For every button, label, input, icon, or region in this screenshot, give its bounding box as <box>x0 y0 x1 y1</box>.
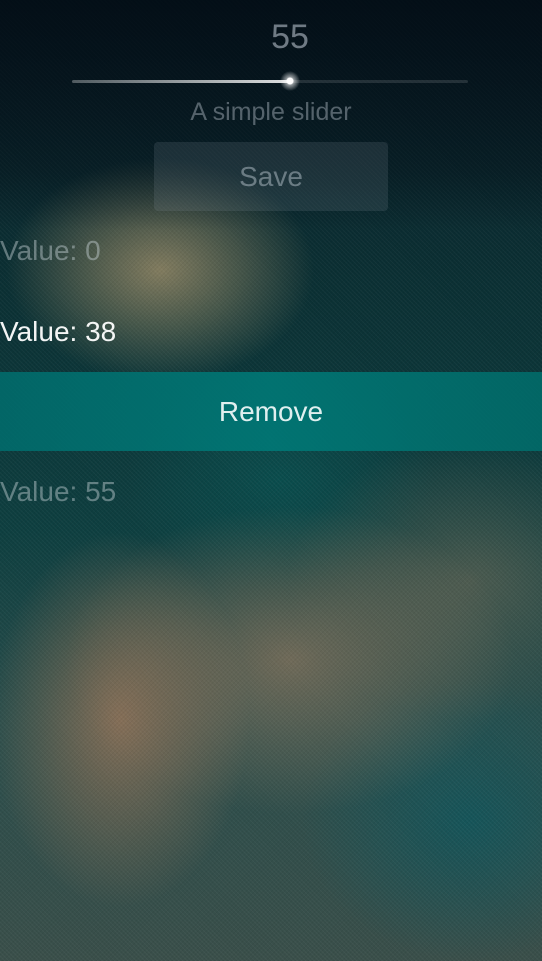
list-item-value-55[interactable]: Value: 55 <box>0 452 542 532</box>
list-item-value-0[interactable]: Value: 0 <box>0 211 542 291</box>
slider-fill <box>72 80 290 83</box>
slider-label: A simple slider <box>190 98 352 126</box>
save-button[interactable]: Save <box>154 142 388 211</box>
list-item-label: Value: 0 <box>0 235 101 266</box>
list-item-label: Value: 38 <box>0 316 117 347</box>
list-item-label: Value: 55 <box>0 476 117 507</box>
save-button-label: Save <box>239 160 303 192</box>
list-item-value-38[interactable]: Value: 38 <box>0 292 542 372</box>
slider-value-readout: 55 <box>271 18 309 56</box>
slider-track[interactable] <box>72 71 468 91</box>
remove-button[interactable]: Remove <box>0 372 542 451</box>
slider-handle[interactable] <box>279 71 300 91</box>
remove-button-label: Remove <box>218 395 324 427</box>
